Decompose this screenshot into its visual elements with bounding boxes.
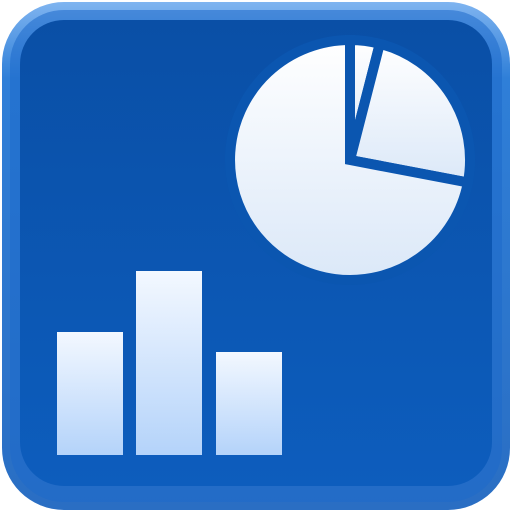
pie-chart-icon — [225, 34, 475, 285]
bar-3 — [216, 352, 282, 455]
bar-1 — [57, 332, 123, 455]
app-icon[interactable] — [0, 0, 512, 512]
app-icon-graphic — [2, 2, 510, 510]
bar-2 — [136, 271, 202, 455]
